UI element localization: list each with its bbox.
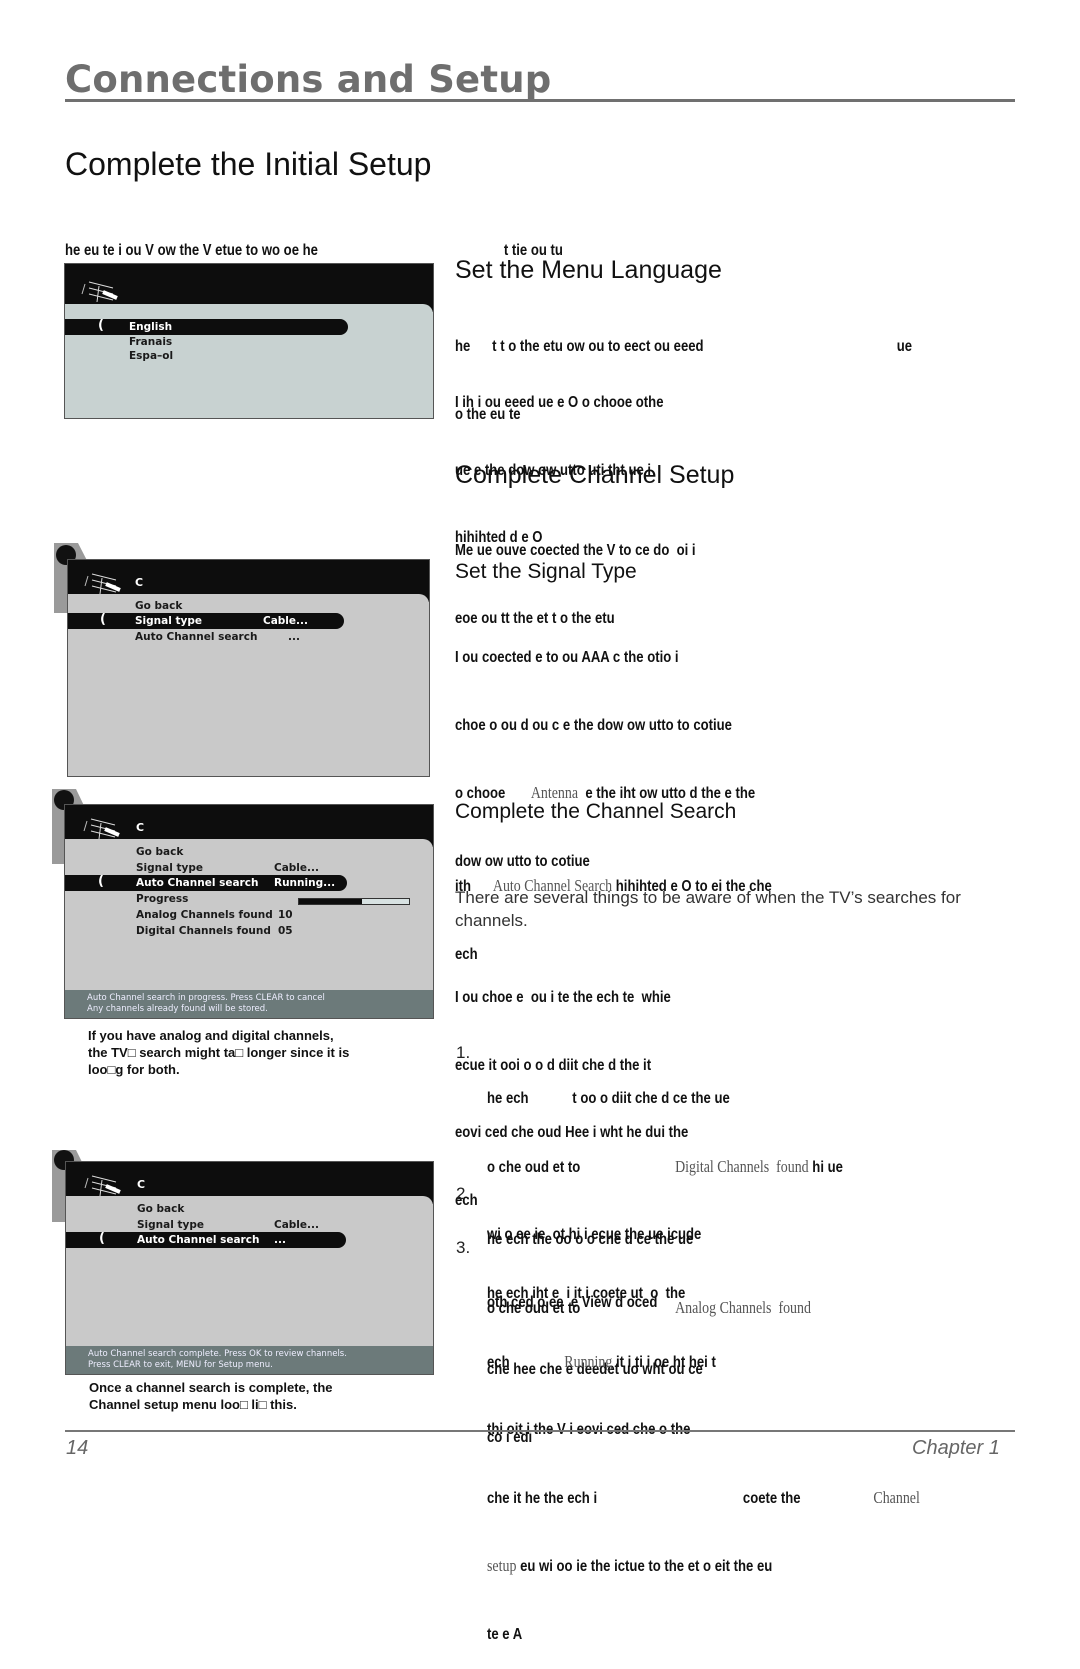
text-line: te e A [487, 1625, 523, 1643]
chapter-label: Chapter 1 [912, 1437, 1000, 1459]
caption-line: Once a channel search is complete, the [89, 1380, 333, 1395]
selection-cursor-icon: ( [98, 874, 104, 889]
footer-rule [65, 1430, 1015, 1432]
page-number: 14 [66, 1437, 89, 1459]
tv-status-bar: Auto Channel search in progress. Press C… [65, 990, 433, 1018]
term-setup: setup [487, 1556, 517, 1575]
term-digital-channels-found: Digital Channels found [675, 1156, 809, 1176]
list-item-3: he ech iht e i it i coete ut o the ech R… [487, 1238, 920, 1669]
selection-cursor-icon: ( [99, 1231, 105, 1246]
item-label: Signal type [135, 615, 202, 627]
caption-line: If you have analog and digital channels, [88, 1028, 334, 1043]
text-line: he ech iht e i it i coete ut o the [487, 1285, 686, 1302]
text-line: I ih i ou eeed ue e O o chooe othe [455, 394, 664, 411]
option-label: English [129, 321, 173, 333]
heading-channel-setup: Complete Channel Setup [455, 461, 735, 489]
text-line: o che oud et to Digital Channels found h… [487, 1156, 843, 1180]
menu-item-auto-channel-search[interactable]: ( Auto Channel search ... [66, 1231, 346, 1248]
header-rule [65, 99, 1015, 102]
analog-channels-count: 10 [278, 909, 293, 921]
heading-channel-search: Complete the Channel Search [455, 800, 737, 823]
text-line: ech Running it i ti i oe ht hei t [487, 1351, 920, 1375]
menu-item-go-back[interactable]: Go back [136, 846, 183, 858]
item-value: Cable... [274, 1219, 319, 1231]
selection-cursor-icon: ( [98, 318, 104, 333]
tv-channel-search-running: C Go back Signal type Cable... ( Auto Ch… [64, 804, 434, 1019]
text-fragment: ech [487, 1353, 510, 1371]
progress-bar [298, 898, 410, 905]
page-title: Complete the Initial Setup [65, 146, 432, 182]
tv-menu-body-top [66, 1196, 433, 1206]
menu-option-espanol[interactable]: Espa–ol [129, 350, 173, 362]
menu-item-go-back[interactable]: Go back [135, 600, 182, 612]
caption-complete: Once a channel search is complete, the C… [89, 1379, 332, 1413]
menu-item-go-back[interactable]: Go back [137, 1203, 184, 1215]
text-fragment: it i ti i oe ht hei t [615, 1353, 716, 1371]
channel-search-para2: There are several things to be aware of … [455, 888, 961, 930]
text-line: he ech t oo o diit che d ce the ue [487, 1090, 730, 1107]
tv-menu-body-top [65, 839, 433, 849]
list-number: 2. [456, 1184, 471, 1203]
status-line: Auto Channel search in progress. Press C… [87, 993, 325, 1003]
menu-item-auto-channel-search[interactable]: Auto Channel search [135, 631, 257, 643]
caption-running: If you have analog and digital channels,… [88, 1027, 349, 1078]
digital-channels-count: 05 [278, 925, 293, 937]
text-fragment: coete the [742, 1489, 801, 1507]
heading-signal-type: Set the Signal Type [455, 560, 637, 583]
tv-menu-title: C [137, 1178, 146, 1191]
progress-label: Progress [136, 893, 189, 905]
tv-menu-title: C [136, 821, 145, 834]
text-line: I ou coected e to ou AAA c the otio i [455, 649, 679, 666]
caption-line: the TV□ search might ta□ longer since it… [88, 1045, 350, 1060]
text-line: che it he the ech i coete the Channel [487, 1487, 920, 1511]
item-value: ... [274, 1234, 286, 1246]
menu-option-francais[interactable]: Franais [129, 336, 172, 348]
menu-item-signal-type[interactable]: Signal type [136, 862, 203, 874]
tv-menu-title: C [135, 576, 144, 589]
section-header: Connections and Setup [65, 58, 552, 101]
text-fragment: o che oud et to [487, 1158, 581, 1176]
menu-item-signal-type[interactable]: Signal type [137, 1219, 204, 1231]
text-line: choe o ou d ou c e the dow ow utto to co… [455, 716, 732, 734]
term-channel: Channel [873, 1487, 920, 1507]
status-line: Auto Channel search complete. Press OK t… [88, 1349, 347, 1359]
term-running: Running [564, 1351, 613, 1371]
tv-menu-body-top [68, 594, 429, 604]
tv-menu-body-top [65, 304, 433, 314]
item-value: Cable... [274, 862, 319, 874]
menu-item-auto-channel-search[interactable]: ( Auto Channel search Running... [65, 874, 347, 891]
text-line: I ou choe e ou i te the ech te whie [455, 989, 671, 1006]
tv-language-menu: ( English Franais Espa–ol [64, 263, 434, 419]
heading-menu-language: Set the Menu Language [455, 256, 722, 284]
progress-bar-fill [299, 899, 362, 904]
text-fragment: hi ue [812, 1158, 843, 1176]
text-line: setup eu wi oo ie the ictue to the et o … [487, 1555, 920, 1579]
tv-channel-search-complete: C Go back Signal type Cable... ( Auto Ch… [65, 1161, 434, 1375]
status-line: Press CLEAR to exit, MENU for Setup menu… [88, 1360, 273, 1370]
selection-cursor-icon: ( [100, 612, 106, 627]
text-fragment: eu wi oo ie the ictue to the et o eit th… [520, 1558, 773, 1575]
item-value: ... [288, 631, 300, 643]
item-value: Cable... [263, 615, 308, 627]
menu-option-english[interactable]: ( English [65, 318, 348, 335]
caption-line: loo□g for both. [88, 1062, 180, 1077]
menu-item-signal-type[interactable]: ( Signal type Cable... [68, 612, 344, 629]
status-line: Any channels already found will be store… [87, 1004, 268, 1014]
item-value: Running... [274, 877, 336, 889]
list-number: 1. [456, 1043, 471, 1062]
caption-line: Channel setup menu loo□ li□ this. [89, 1397, 297, 1412]
analog-channels-label: Analog Channels found [136, 909, 273, 921]
item-label: Auto Channel search [136, 877, 259, 889]
tv-status-bar: Auto Channel search complete. Press OK t… [66, 1346, 433, 1374]
tv-channel-setup-menu: C Go back ( Signal type Cable... Auto Ch… [67, 559, 430, 777]
list-number: 3. [456, 1238, 471, 1257]
item-label: Auto Channel search [137, 1234, 260, 1246]
digital-channels-label: Digital Channels found [136, 925, 271, 937]
text-fragment: che it he the ech i [487, 1489, 598, 1507]
